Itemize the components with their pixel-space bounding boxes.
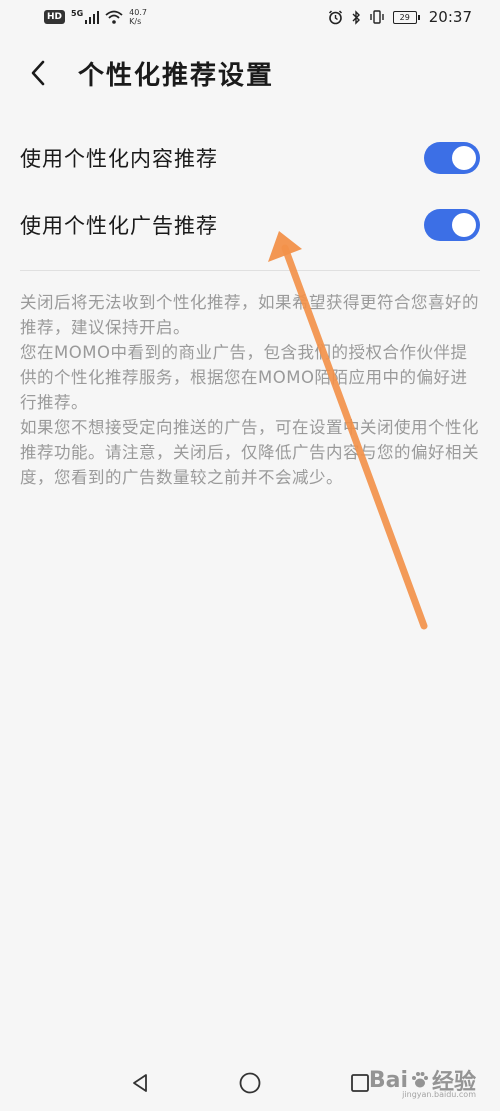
toggle-knob xyxy=(452,145,476,170)
bluetooth-icon xyxy=(352,9,360,25)
chevron-left-icon xyxy=(31,60,45,86)
toggle-knob xyxy=(452,212,476,237)
content-recommend-toggle[interactable] xyxy=(424,141,480,174)
battery-level: 29 xyxy=(399,12,410,22)
network-type: 5G xyxy=(71,8,84,18)
page-title: 个性化推荐设置 xyxy=(78,60,275,91)
page-header: 个性化推荐设置 xyxy=(0,45,500,101)
status-bar: HD 5G 40.7 K/s 29 20:37 xyxy=(0,0,500,34)
signal-icon xyxy=(85,10,100,24)
hd-badge: HD xyxy=(44,10,66,24)
description: 关闭后将无法收到个性化推荐，如果希望获得更符合您喜好的推荐，建议保持开启。 您在… xyxy=(20,290,480,490)
back-button[interactable] xyxy=(14,49,62,97)
vibrate-icon xyxy=(370,10,384,24)
square-recents-icon xyxy=(351,1074,369,1092)
alarm-icon xyxy=(328,9,342,24)
divider xyxy=(20,270,480,271)
speed-value: 40.7 xyxy=(129,8,147,17)
circle-home-icon xyxy=(239,1072,261,1094)
description-paragraph: 您在MOMO中看到的商业广告，包含我们的授权合作伙伴提供的个性化推荐服务，根据您… xyxy=(20,343,468,412)
description-paragraph: 关闭后将无法收到个性化推荐，如果希望获得更符合您喜好的推荐，建议保持开启。 xyxy=(20,293,479,337)
setting-label: 使用个性化内容推荐 xyxy=(20,146,218,171)
watermark: Bai 经验 jingyan.baidu.com xyxy=(368,1064,476,1100)
setting-label: 使用个性化广告推荐 xyxy=(20,213,218,238)
battery-icon: 29 xyxy=(392,10,420,24)
status-time: 20:37 xyxy=(428,8,472,26)
network-speed: 40.7 K/s xyxy=(129,8,147,26)
paw-icon xyxy=(411,1072,428,1088)
settings-list: 使用个性化内容推荐 使用个性化广告推荐 xyxy=(0,124,500,258)
status-left: HD 5G 40.7 K/s xyxy=(0,8,147,26)
triangle-back-icon xyxy=(133,1074,147,1092)
ad-recommend-toggle[interactable] xyxy=(424,208,480,241)
nav-home-button[interactable] xyxy=(230,1063,270,1103)
description-paragraph: 如果您不想接受定向推送的广告，可在设置中关闭使用个性化推荐功能。请注意，关闭后，… xyxy=(20,418,479,487)
setting-row-ad-recommend[interactable]: 使用个性化广告推荐 xyxy=(0,191,500,258)
nav-back-button[interactable] xyxy=(120,1063,160,1103)
watermark-brand: Bai xyxy=(368,1067,408,1093)
status-right: 29 20:37 xyxy=(328,8,500,26)
watermark-url: jingyan.baidu.com xyxy=(402,1090,476,1099)
wifi-icon xyxy=(105,10,123,24)
speed-unit: K/s xyxy=(129,17,142,26)
setting-row-content-recommend[interactable]: 使用个性化内容推荐 xyxy=(0,124,500,191)
